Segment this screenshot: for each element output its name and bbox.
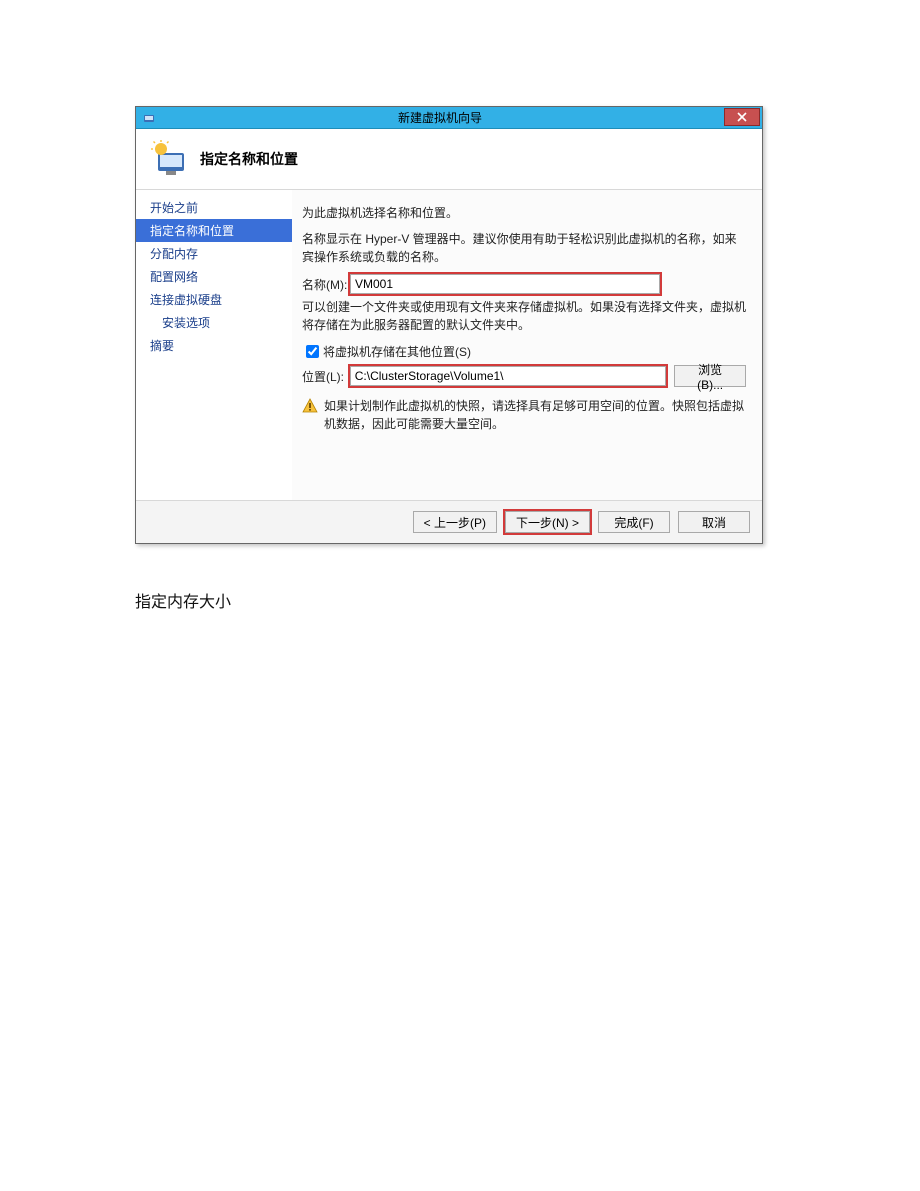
location-input[interactable] (350, 366, 667, 386)
nav-item-2[interactable]: 分配内存 (136, 242, 292, 265)
store-other-row: 将虚拟机存储在其他位置(S) (302, 342, 746, 361)
location-label: 位置(L): (302, 368, 350, 385)
wizard-icon (150, 139, 190, 179)
store-other-checkbox[interactable] (306, 345, 319, 358)
name-label: 名称(M): (302, 276, 350, 293)
page-title: 指定名称和位置 (200, 149, 298, 169)
finish-button[interactable]: 完成(F) (598, 511, 670, 533)
browse-button[interactable]: 浏览(B)... (674, 365, 746, 387)
warning-row: 如果计划制作此虚拟机的快照，请选择具有足够可用空间的位置。快照包括虚拟机数据，因… (302, 397, 746, 433)
cancel-button[interactable]: 取消 (678, 511, 750, 533)
page-caption: 指定内存大小 (135, 588, 785, 612)
nav-item-5[interactable]: 安装选项 (136, 311, 292, 334)
nav-item-0[interactable]: 开始之前 (136, 196, 292, 219)
prev-button[interactable]: < 上一步(P) (413, 511, 497, 533)
title-bar[interactable]: 新建虚拟机向导 (136, 107, 762, 129)
window-title: 新建虚拟机向导 (156, 109, 724, 126)
desc-text: 名称显示在 Hyper-V 管理器中。建议你使用有助于轻松识别此虚拟机的名称，如… (302, 230, 746, 266)
name-row: 名称(M): (302, 274, 746, 294)
nav-item-1[interactable]: 指定名称和位置 (136, 219, 292, 242)
wizard-dialog: 新建虚拟机向导 (135, 106, 763, 544)
wizard-nav: 开始之前指定名称和位置分配内存配置网络连接虚拟硬盘安装选项摘要 (136, 190, 292, 500)
warning-icon (302, 398, 318, 417)
intro-text: 为此虚拟机选择名称和位置。 (302, 204, 746, 222)
store-other-label[interactable]: 将虚拟机存储在其他位置(S) (323, 343, 471, 360)
warning-text: 如果计划制作此虚拟机的快照，请选择具有足够可用空间的位置。快照包括虚拟机数据，因… (324, 397, 746, 433)
wizard-body: 开始之前指定名称和位置分配内存配置网络连接虚拟硬盘安装选项摘要 为此虚拟机选择名… (136, 190, 762, 500)
location-row: 位置(L): 浏览(B)... (302, 365, 746, 387)
nav-item-3[interactable]: 配置网络 (136, 265, 292, 288)
wizard-header: 指定名称和位置 (136, 129, 762, 190)
nav-item-6[interactable]: 摘要 (136, 334, 292, 357)
wizard-content: 为此虚拟机选择名称和位置。 名称显示在 Hyper-V 管理器中。建议你使用有助… (292, 190, 762, 500)
wizard-footer: < 上一步(P) 下一步(N) > 完成(F) 取消 (136, 500, 762, 543)
nav-item-4[interactable]: 连接虚拟硬盘 (136, 288, 292, 311)
close-button[interactable] (724, 108, 760, 126)
next-button[interactable]: 下一步(N) > (505, 511, 590, 533)
close-icon (737, 112, 747, 122)
folder-desc: 可以创建一个文件夹或使用现有文件夹来存储虚拟机。如果没有选择文件夹，虚拟机将存储… (302, 298, 746, 334)
app-icon (142, 111, 156, 125)
name-input[interactable] (350, 274, 660, 294)
